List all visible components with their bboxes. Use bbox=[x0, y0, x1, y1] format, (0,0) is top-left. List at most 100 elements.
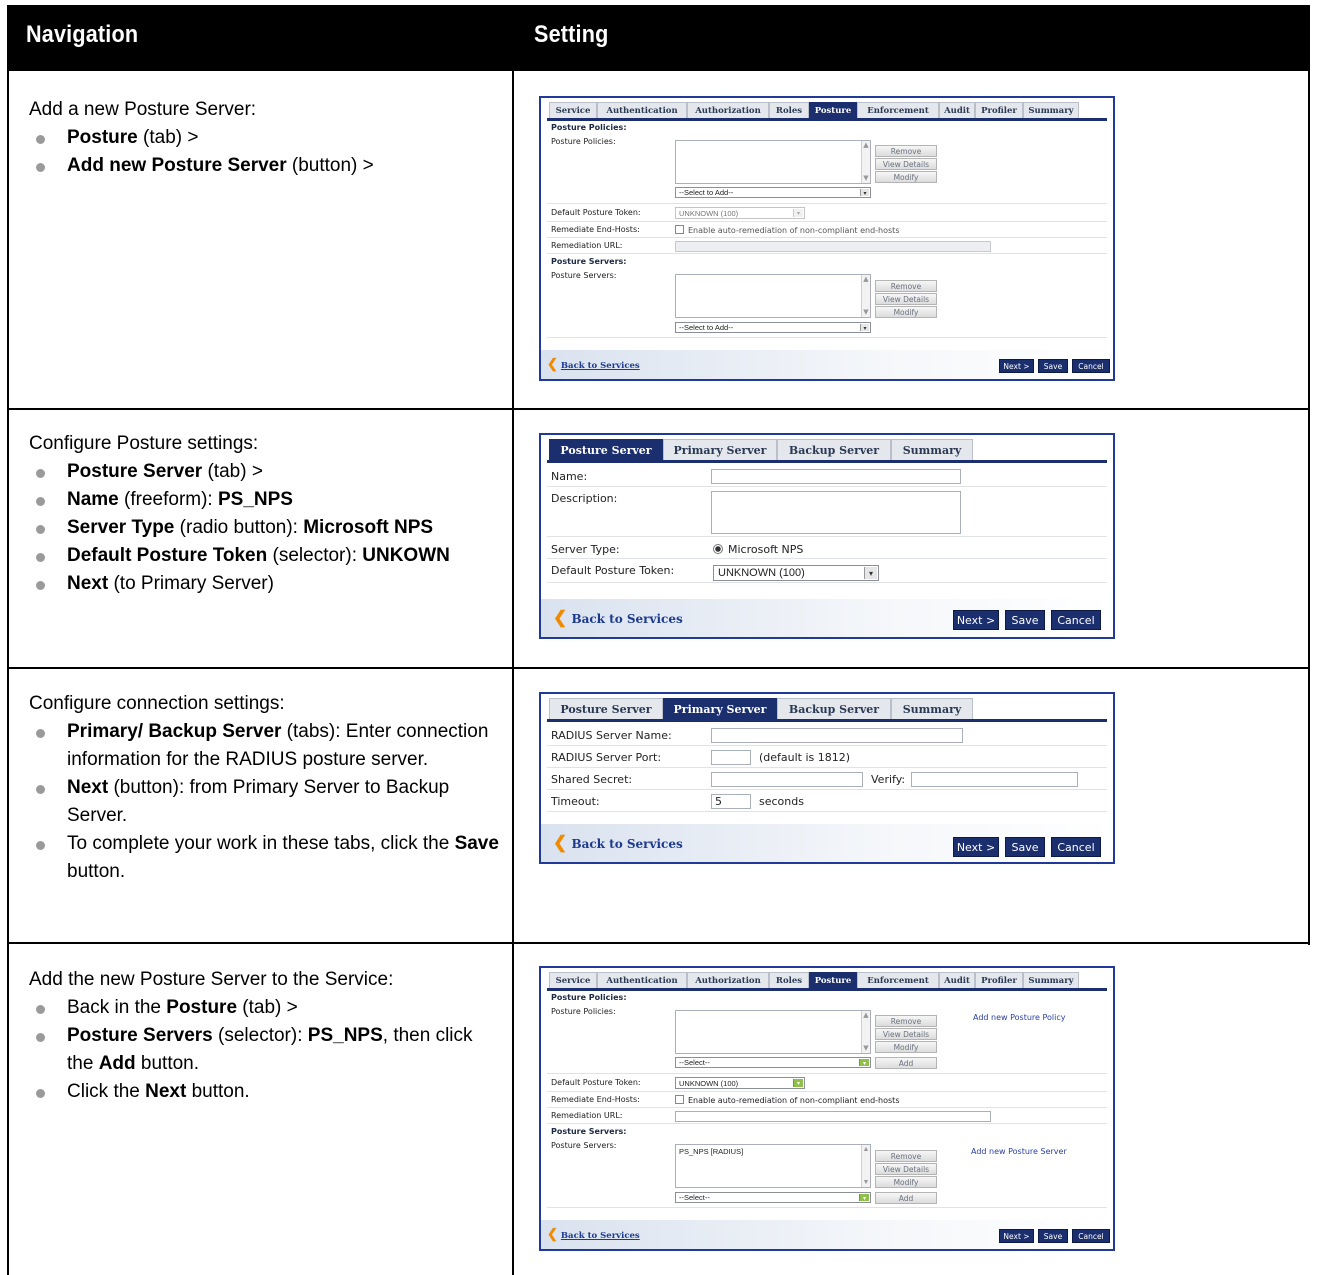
radius-server-port-input[interactable] bbox=[711, 750, 751, 765]
posture-server-panel: Posture Server Primary Server Backup Ser… bbox=[539, 433, 1115, 639]
remove-button[interactable]: Remove bbox=[875, 1015, 937, 1027]
back-to-services-link[interactable]: ❮ Back to Services bbox=[547, 357, 640, 372]
save-button[interactable]: Save bbox=[1038, 359, 1068, 373]
modify-button[interactable]: Modify bbox=[875, 306, 937, 318]
list-item: Click the Next button. bbox=[29, 1078, 499, 1106]
tab-backup-server[interactable]: Backup Server bbox=[777, 439, 891, 461]
cancel-button[interactable]: Cancel bbox=[1051, 837, 1101, 857]
view-details-button[interactable]: View Details bbox=[875, 1163, 937, 1175]
tab-profiler[interactable]: Profiler bbox=[975, 102, 1023, 119]
remediation-url-input[interactable] bbox=[675, 241, 991, 252]
tab-enforcement[interactable]: Enforcement bbox=[857, 972, 939, 989]
label-remediate: Remediate End-Hosts: bbox=[551, 225, 640, 234]
shared-secret-input[interactable] bbox=[711, 772, 863, 787]
tab-summary[interactable]: Summary bbox=[891, 439, 973, 461]
view-details-button[interactable]: View Details bbox=[875, 158, 937, 170]
modify-button[interactable]: Modify bbox=[875, 171, 937, 183]
tab-authorization[interactable]: Authorization bbox=[687, 102, 769, 119]
cancel-button[interactable]: Cancel bbox=[1072, 359, 1110, 373]
policy-select[interactable]: --Select to Add-- ▾ bbox=[675, 187, 871, 198]
remove-button[interactable]: Remove bbox=[875, 145, 937, 157]
back-to-services-link[interactable]: ❮ Back to Services bbox=[553, 833, 683, 853]
remove-button[interactable]: Remove bbox=[875, 280, 937, 292]
list-scrollbar[interactable]: ▲ ▼ bbox=[861, 141, 870, 183]
add-button[interactable]: Add bbox=[875, 1057, 937, 1069]
label-shared-secret: Shared Secret: bbox=[551, 773, 633, 786]
tab-enforcement[interactable]: Enforcement bbox=[857, 102, 939, 119]
radius-server-name-input[interactable] bbox=[711, 728, 963, 743]
tab-backup-server[interactable]: Backup Server bbox=[777, 698, 891, 720]
tab-posture-server[interactable]: Posture Server bbox=[549, 698, 663, 720]
next-button[interactable]: Next > bbox=[953, 837, 999, 857]
tab-roles[interactable]: Roles bbox=[769, 972, 809, 989]
policy-select[interactable]: --Select-- ▾ bbox=[675, 1057, 871, 1068]
server-select[interactable]: --Select to Add-- ▾ bbox=[675, 322, 871, 333]
list-scrollbar[interactable]: ▲ ▼ bbox=[861, 275, 870, 317]
default-token-select[interactable]: UNKNOWN (100) ▾ bbox=[675, 1077, 805, 1089]
tab-posture[interactable]: Posture bbox=[809, 972, 857, 989]
remove-button[interactable]: Remove bbox=[875, 1150, 937, 1162]
tab-summary[interactable]: Summary bbox=[891, 698, 973, 720]
item-text: (tab) > bbox=[237, 997, 298, 1018]
view-details-button[interactable]: View Details bbox=[875, 1028, 937, 1040]
tab-roles[interactable]: Roles bbox=[769, 102, 809, 119]
cancel-button[interactable]: Cancel bbox=[1051, 610, 1101, 630]
remediate-checkbox[interactable]: Enable auto-remediation of non-compliant… bbox=[675, 1095, 899, 1105]
tab-audit[interactable]: Audit bbox=[939, 102, 975, 119]
back-to-services-link[interactable]: ❮ Back to Services bbox=[553, 608, 683, 628]
server-select[interactable]: --Select-- ▾ bbox=[675, 1192, 871, 1203]
tab-summary[interactable]: Summary bbox=[1023, 102, 1079, 119]
save-button[interactable]: Save bbox=[1005, 610, 1045, 630]
save-button[interactable]: Save bbox=[1038, 1229, 1068, 1243]
row-remediate: Remediate End-Hosts: Enable auto-remedia… bbox=[547, 222, 1107, 238]
tab-profiler[interactable]: Profiler bbox=[975, 972, 1023, 989]
tab-posture-server[interactable]: Posture Server bbox=[549, 439, 663, 461]
microsoft-nps-radio[interactable]: Microsoft NPS bbox=[713, 543, 803, 556]
select-value: --Select-- bbox=[679, 1058, 710, 1067]
table-border-left bbox=[7, 71, 9, 1275]
remediate-text: Enable auto-remediation of non-compliant… bbox=[688, 1096, 900, 1105]
default-token-select[interactable]: UNKNOWN (100) ▾ bbox=[675, 207, 805, 219]
tab-primary-server[interactable]: Primary Server bbox=[663, 698, 777, 720]
timeout-input[interactable]: 5 bbox=[711, 794, 751, 809]
tab-summary[interactable]: Summary bbox=[1023, 972, 1079, 989]
tab-authentication[interactable]: Authentication bbox=[597, 972, 687, 989]
tab-service[interactable]: Service bbox=[549, 102, 597, 119]
add-button[interactable]: Add bbox=[875, 1192, 937, 1204]
item-text: button. bbox=[135, 1053, 200, 1074]
add-new-posture-policy-link[interactable]: Add new Posture Policy bbox=[973, 1013, 1066, 1022]
bold-term: Posture Servers bbox=[67, 1025, 213, 1046]
remediation-url-input[interactable] bbox=[675, 1111, 991, 1122]
posture-policies-list[interactable]: ▲ ▼ bbox=[675, 1010, 871, 1054]
label-radius-port: RADIUS Server Port: bbox=[551, 751, 662, 764]
save-button[interactable]: Save bbox=[1005, 837, 1045, 857]
tab-authentication[interactable]: Authentication bbox=[597, 102, 687, 119]
view-details-button[interactable]: View Details bbox=[875, 293, 937, 305]
tab-primary-server[interactable]: Primary Server bbox=[663, 439, 777, 461]
list-scrollbar[interactable]: ▲ ▼ bbox=[861, 1011, 870, 1053]
tab-audit[interactable]: Audit bbox=[939, 972, 975, 989]
add-new-posture-server-link[interactable]: Add new Posture Server bbox=[971, 1147, 1067, 1156]
modify-button[interactable]: Modify bbox=[875, 1176, 937, 1188]
back-to-services-link[interactable]: ❮ Back to Services bbox=[547, 1227, 640, 1242]
posture-servers-list[interactable]: PS_NPS [RADIUS] ▲ ▼ bbox=[675, 1144, 871, 1188]
next-button[interactable]: Next > bbox=[999, 359, 1034, 373]
list-item[interactable]: PS_NPS [RADIUS] bbox=[679, 1147, 743, 1156]
item-text: (tab) > bbox=[137, 127, 199, 148]
posture-servers-list[interactable]: ▲ ▼ bbox=[675, 274, 871, 318]
tab-service[interactable]: Service bbox=[549, 972, 597, 989]
nav-row-1: Add a new Posture Server: Posture (tab) … bbox=[29, 96, 499, 180]
next-button[interactable]: Next > bbox=[953, 610, 999, 630]
tab-posture[interactable]: Posture bbox=[809, 102, 857, 119]
description-textarea[interactable] bbox=[711, 491, 961, 534]
name-input[interactable] bbox=[711, 469, 961, 484]
verify-secret-input[interactable] bbox=[911, 772, 1078, 787]
cancel-button[interactable]: Cancel bbox=[1072, 1229, 1110, 1243]
default-token-select[interactable]: UNKNOWN (100) ▾ bbox=[713, 565, 879, 581]
posture-policies-list[interactable]: ▲ ▼ bbox=[675, 140, 871, 184]
modify-button[interactable]: Modify bbox=[875, 1041, 937, 1053]
remediate-checkbox[interactable]: Enable auto-remediation of non-compliant… bbox=[675, 225, 899, 235]
next-button[interactable]: Next > bbox=[999, 1229, 1034, 1243]
list-scrollbar[interactable]: ▲ ▼ bbox=[861, 1145, 870, 1187]
tab-authorization[interactable]: Authorization bbox=[687, 972, 769, 989]
